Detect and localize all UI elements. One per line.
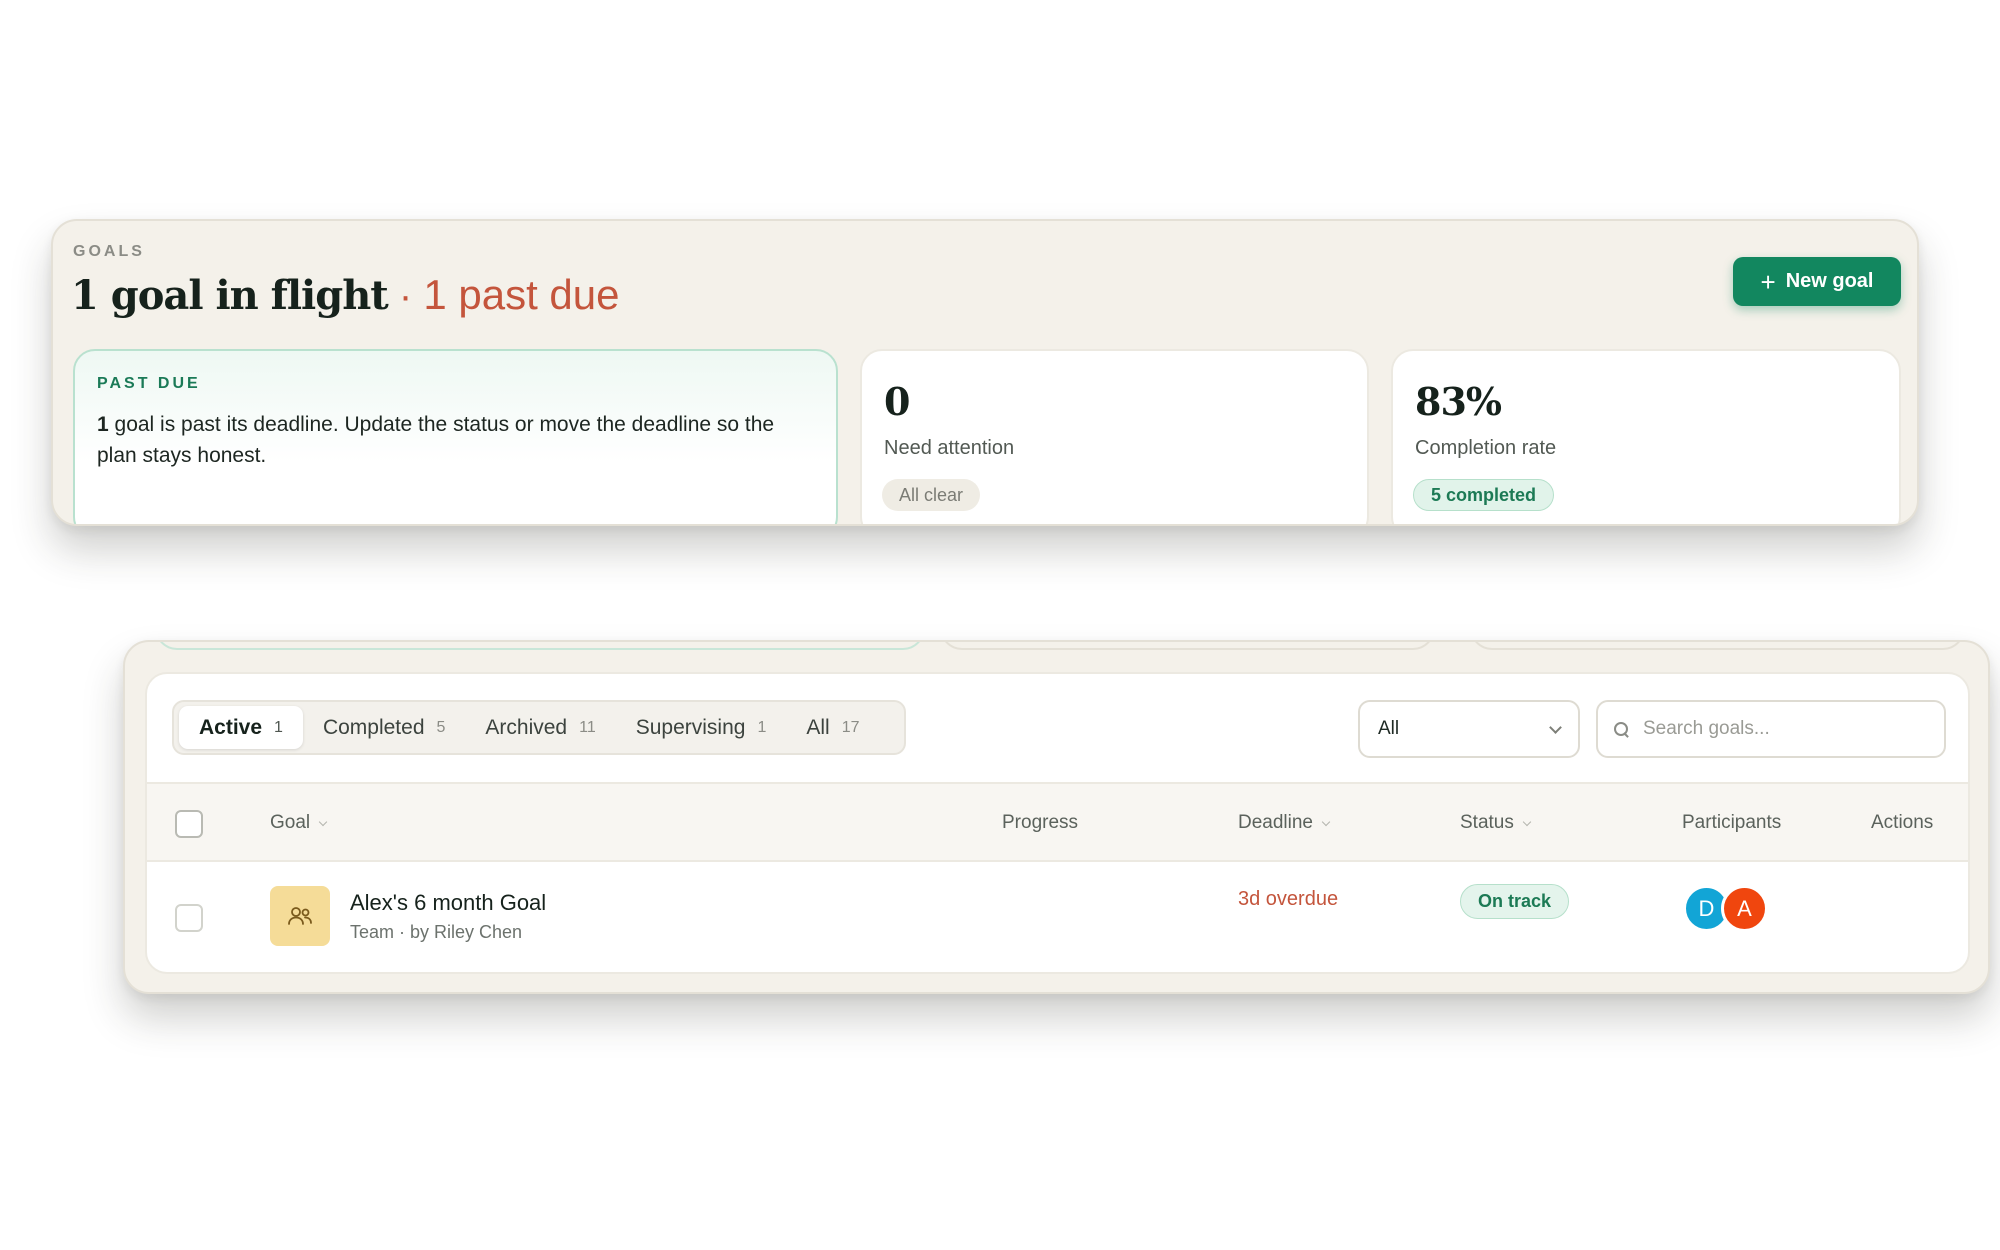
- tab-count: 11: [579, 718, 596, 736]
- table-row[interactable]: Alex's 6 month Goal Team · by Riley Chen…: [147, 862, 1968, 972]
- tab-archived[interactable]: Archived 11: [465, 706, 615, 749]
- sort-chevron-icon: [318, 817, 328, 826]
- column-header-status[interactable]: Status: [1460, 812, 1532, 834]
- tab-count: 1: [274, 718, 283, 736]
- completed-count-chip: 5 completed: [1413, 479, 1555, 511]
- goal-filter-tabs: Active 1 Completed 5 Archived 11 Supervi…: [172, 700, 906, 755]
- past-due-count: 1: [97, 413, 109, 436]
- search-icon: [1614, 721, 1629, 737]
- past-due-message: 1 goal is past its deadline. Update the …: [97, 409, 817, 471]
- column-label: Status: [1460, 812, 1514, 833]
- tab-supervising[interactable]: Supervising 1: [616, 706, 787, 749]
- tab-label: Archived: [485, 715, 568, 739]
- past-due-alert-card: PAST DUE 1 goal is past its deadline. Up…: [73, 349, 838, 524]
- column-header-goal[interactable]: Goal: [270, 812, 328, 834]
- search-box: [1596, 700, 1946, 758]
- column-header-deadline[interactable]: Deadline: [1238, 812, 1331, 834]
- past-due-eyebrow: PAST DUE: [97, 375, 201, 392]
- column-header-progress: Progress: [1002, 812, 1078, 834]
- column-header-actions: Actions: [1871, 812, 1933, 834]
- new-goal-button[interactable]: + New goal: [1733, 257, 1901, 306]
- tab-count: 17: [841, 718, 860, 736]
- goal-title[interactable]: Alex's 6 month Goal: [350, 890, 546, 916]
- team-icon: [270, 886, 330, 946]
- completion-rate-label: Completion rate: [1415, 437, 1557, 459]
- column-header-participants: Participants: [1682, 812, 1781, 834]
- tab-completed[interactable]: Completed 5: [303, 706, 465, 749]
- row-checkbox[interactable]: [175, 904, 203, 932]
- select-value: All: [1378, 718, 1400, 739]
- chevron-down-icon: [1549, 720, 1562, 734]
- tab-count: 5: [436, 718, 446, 736]
- goals-in-flight-text: 1 goal in flight: [71, 272, 389, 319]
- past-due-text: 1 past due: [423, 271, 620, 318]
- new-goal-label: New goal: [1785, 270, 1874, 292]
- select-all-checkbox[interactable]: [175, 810, 203, 838]
- completion-rate-value: 83%: [1415, 379, 1502, 424]
- avatar[interactable]: A: [1721, 885, 1768, 932]
- tab-label: Completed: [322, 715, 425, 739]
- plus-icon: +: [1760, 266, 1776, 297]
- page-title: 1 goal in flight · 1 past due: [71, 271, 620, 319]
- tab-label: Supervising: [635, 715, 746, 739]
- sort-chevron-icon: [1321, 817, 1331, 826]
- headline-separator: ·: [387, 274, 424, 318]
- tab-label: Active: [199, 715, 263, 739]
- tab-label: All: [806, 715, 830, 739]
- completion-rate-card: 83% Completion rate 5 completed: [1391, 349, 1901, 524]
- tab-active[interactable]: Active 1: [179, 706, 303, 749]
- all-clear-chip: All clear: [882, 479, 981, 511]
- past-due-message-text: goal is past its deadline. Update the st…: [97, 413, 775, 467]
- column-label: Progress: [1002, 812, 1079, 833]
- section-eyebrow: GOALS: [73, 243, 145, 260]
- card-edge: [940, 642, 1435, 650]
- sort-chevron-icon: [1522, 817, 1532, 826]
- column-label: Participants: [1682, 812, 1782, 833]
- goals-table-panel: Active 1 Completed 5 Archived 11 Supervi…: [123, 640, 1990, 994]
- goal-type-select[interactable]: All: [1358, 700, 1580, 758]
- tab-all[interactable]: All 17: [786, 706, 879, 749]
- card-edge: [1470, 642, 1965, 650]
- need-attention-label: Need attention: [884, 437, 1015, 459]
- tab-count: 1: [757, 718, 767, 736]
- column-label: Goal: [270, 812, 311, 833]
- column-label: Actions: [1871, 812, 1934, 833]
- goals-summary-panel: GOALS 1 goal in flight · 1 past due + Ne…: [51, 219, 1919, 526]
- column-label: Deadline: [1238, 812, 1313, 833]
- goals-table-card: Active 1 Completed 5 Archived 11 Supervi…: [145, 672, 1970, 974]
- goal-subtitle: Team · by Riley Chen: [350, 922, 523, 942]
- need-attention-value: 0: [884, 379, 910, 424]
- card-edge: [155, 642, 925, 650]
- status-badge: On track: [1460, 884, 1570, 919]
- deadline-overdue: 3d overdue: [1238, 888, 1339, 910]
- search-input[interactable]: [1643, 718, 1923, 740]
- need-attention-card: 0 Need attention All clear: [860, 349, 1369, 524]
- table-header: Goal Progress Deadline Status Participan…: [147, 782, 1968, 862]
